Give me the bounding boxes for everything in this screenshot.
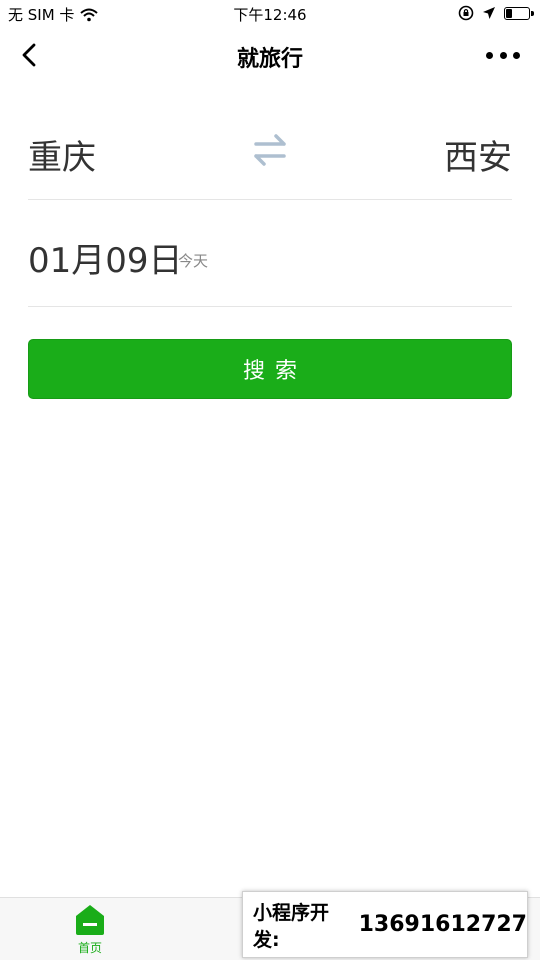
battery-icon xyxy=(504,6,534,20)
swap-arrows-icon xyxy=(254,134,286,166)
from-city[interactable]: 重庆 xyxy=(28,130,96,179)
date-row[interactable]: 01月09日 今天 xyxy=(28,200,512,307)
home-icon xyxy=(76,905,104,935)
location-arrow-icon xyxy=(483,7,495,19)
search-button[interactable]: 搜索 xyxy=(28,339,512,399)
swap-button[interactable] xyxy=(248,130,292,170)
promo-label: 小程序开发: xyxy=(253,901,330,951)
more-dots-icon xyxy=(486,51,493,59)
to-city[interactable]: 西安 xyxy=(444,130,512,179)
page-title: 就旅行 xyxy=(236,47,303,72)
tab-home-label: 首页 xyxy=(77,941,102,955)
more-dots-icon xyxy=(513,51,520,59)
date-hint: 今天 xyxy=(178,252,209,270)
nav-bar: 就旅行 xyxy=(0,28,540,82)
promo-banner: 小程序开发: 13691612727 xyxy=(242,891,528,958)
status-right xyxy=(458,5,534,21)
orientation-lock-icon xyxy=(458,5,474,21)
tab-home[interactable]: 首页 xyxy=(60,903,120,959)
more-dots-icon xyxy=(499,51,507,59)
date-value[interactable]: 01月09日 xyxy=(28,233,183,282)
status-bar: 无 SIM 卡 下午12:46 xyxy=(0,0,540,28)
promo-phone: 13691612727 xyxy=(358,912,527,937)
route-row: 重庆 西安 xyxy=(28,120,512,200)
more-button[interactable] xyxy=(486,42,520,68)
